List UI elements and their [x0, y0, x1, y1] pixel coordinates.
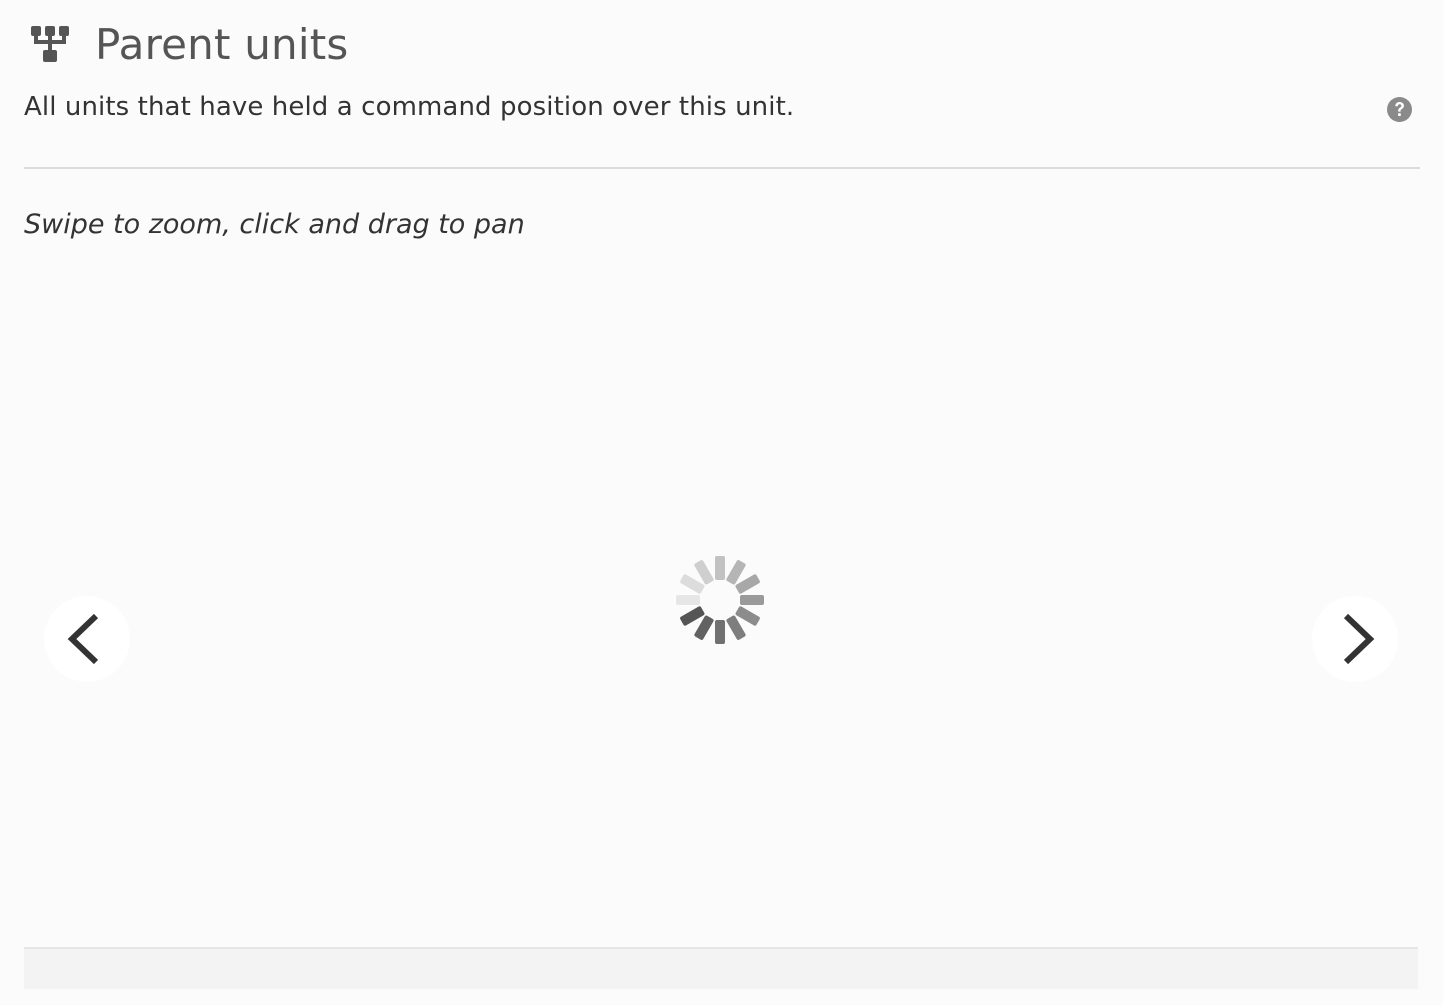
chevron-left-icon [67, 613, 99, 665]
spinner-spoke [676, 595, 700, 605]
zoom-pan-instructions: Swipe to zoom, click and drag to pan [24, 209, 525, 240]
header-divider [24, 167, 1420, 169]
previous-button[interactable] [44, 596, 130, 682]
next-button[interactable] [1312, 596, 1398, 682]
loading-spinner-icon [676, 556, 764, 644]
page-header: Parent units [24, 14, 348, 74]
sitemap-icon [31, 26, 69, 62]
footer-bar [24, 949, 1418, 989]
spinner-spoke [740, 595, 764, 605]
chevron-right-icon [1343, 613, 1375, 665]
page-subtitle: All units that have held a command posit… [24, 92, 795, 122]
page-title: Parent units [95, 19, 349, 69]
question-circle-icon[interactable] [1386, 96, 1413, 123]
spinner-spoke [715, 556, 725, 580]
spinner-spoke [715, 620, 725, 644]
